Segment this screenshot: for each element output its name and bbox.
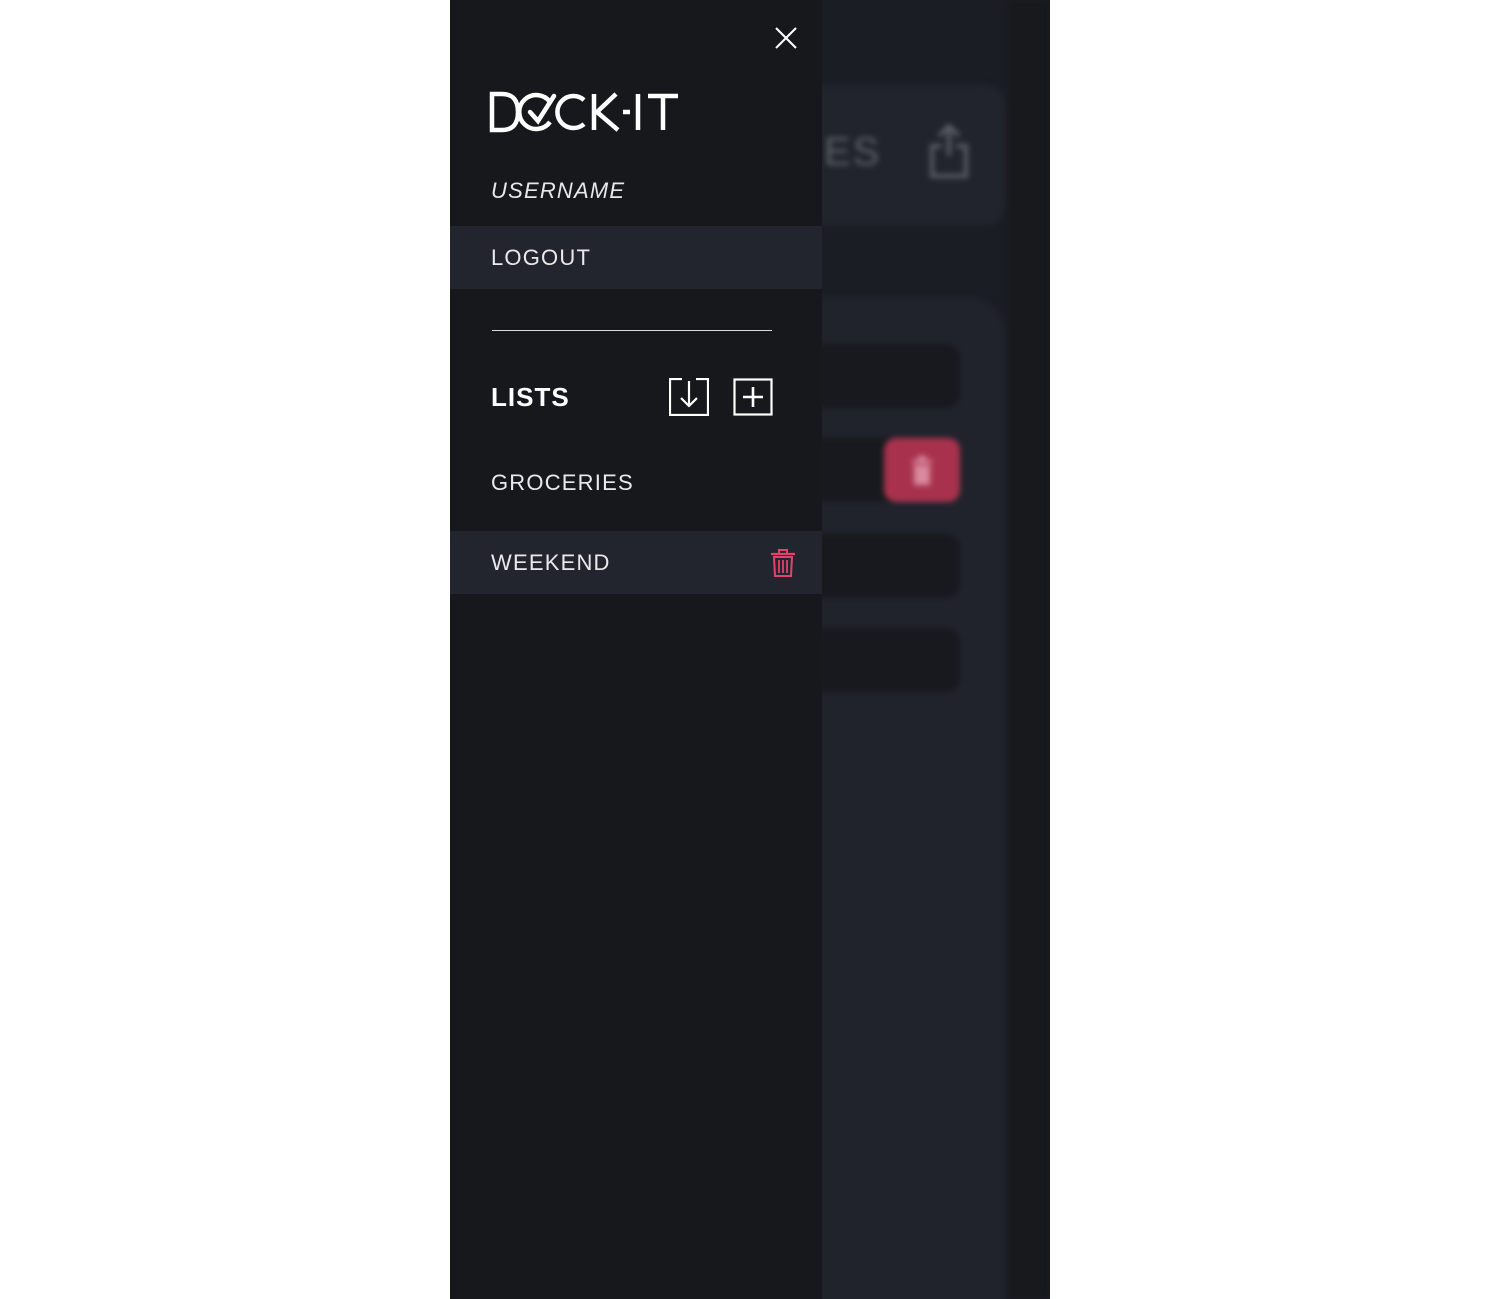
- trash-icon: [912, 456, 932, 485]
- list-item-weekend[interactable]: WEEKEND: [450, 531, 822, 594]
- username-label: USERNAME: [491, 178, 626, 203]
- lists-heading: LISTS: [491, 382, 570, 412]
- logout-button[interactable]: LOGOUT: [450, 226, 822, 289]
- logout-label: LOGOUT: [491, 244, 592, 270]
- list-item-label: WEEKEND: [491, 549, 611, 575]
- divider: [492, 330, 772, 331]
- share-icon: [930, 124, 968, 178]
- background-list-title: ES: [824, 130, 882, 174]
- add-plus-icon[interactable]: [733, 378, 773, 416]
- close-icon[interactable]: [770, 22, 802, 54]
- background-item-row: [810, 534, 960, 598]
- list-item-label: GROCERIES: [491, 469, 634, 495]
- list-item-groceries[interactable]: GROCERIES: [450, 451, 822, 514]
- navigation-drawer: USERNAME LOGOUT LISTS GROCERIES WEEKEND: [450, 0, 822, 1299]
- background-edge: [1008, 0, 1050, 1299]
- trash-icon[interactable]: [770, 548, 796, 578]
- background-item-row: [810, 344, 960, 408]
- background-item-row: [810, 628, 960, 692]
- app-screen: ES USERNAME LOGOUT LISTS GROCERIES WEEKE…: [450, 0, 1050, 1299]
- import-download-icon[interactable]: [669, 378, 709, 416]
- dock-it-logo: [489, 91, 678, 133]
